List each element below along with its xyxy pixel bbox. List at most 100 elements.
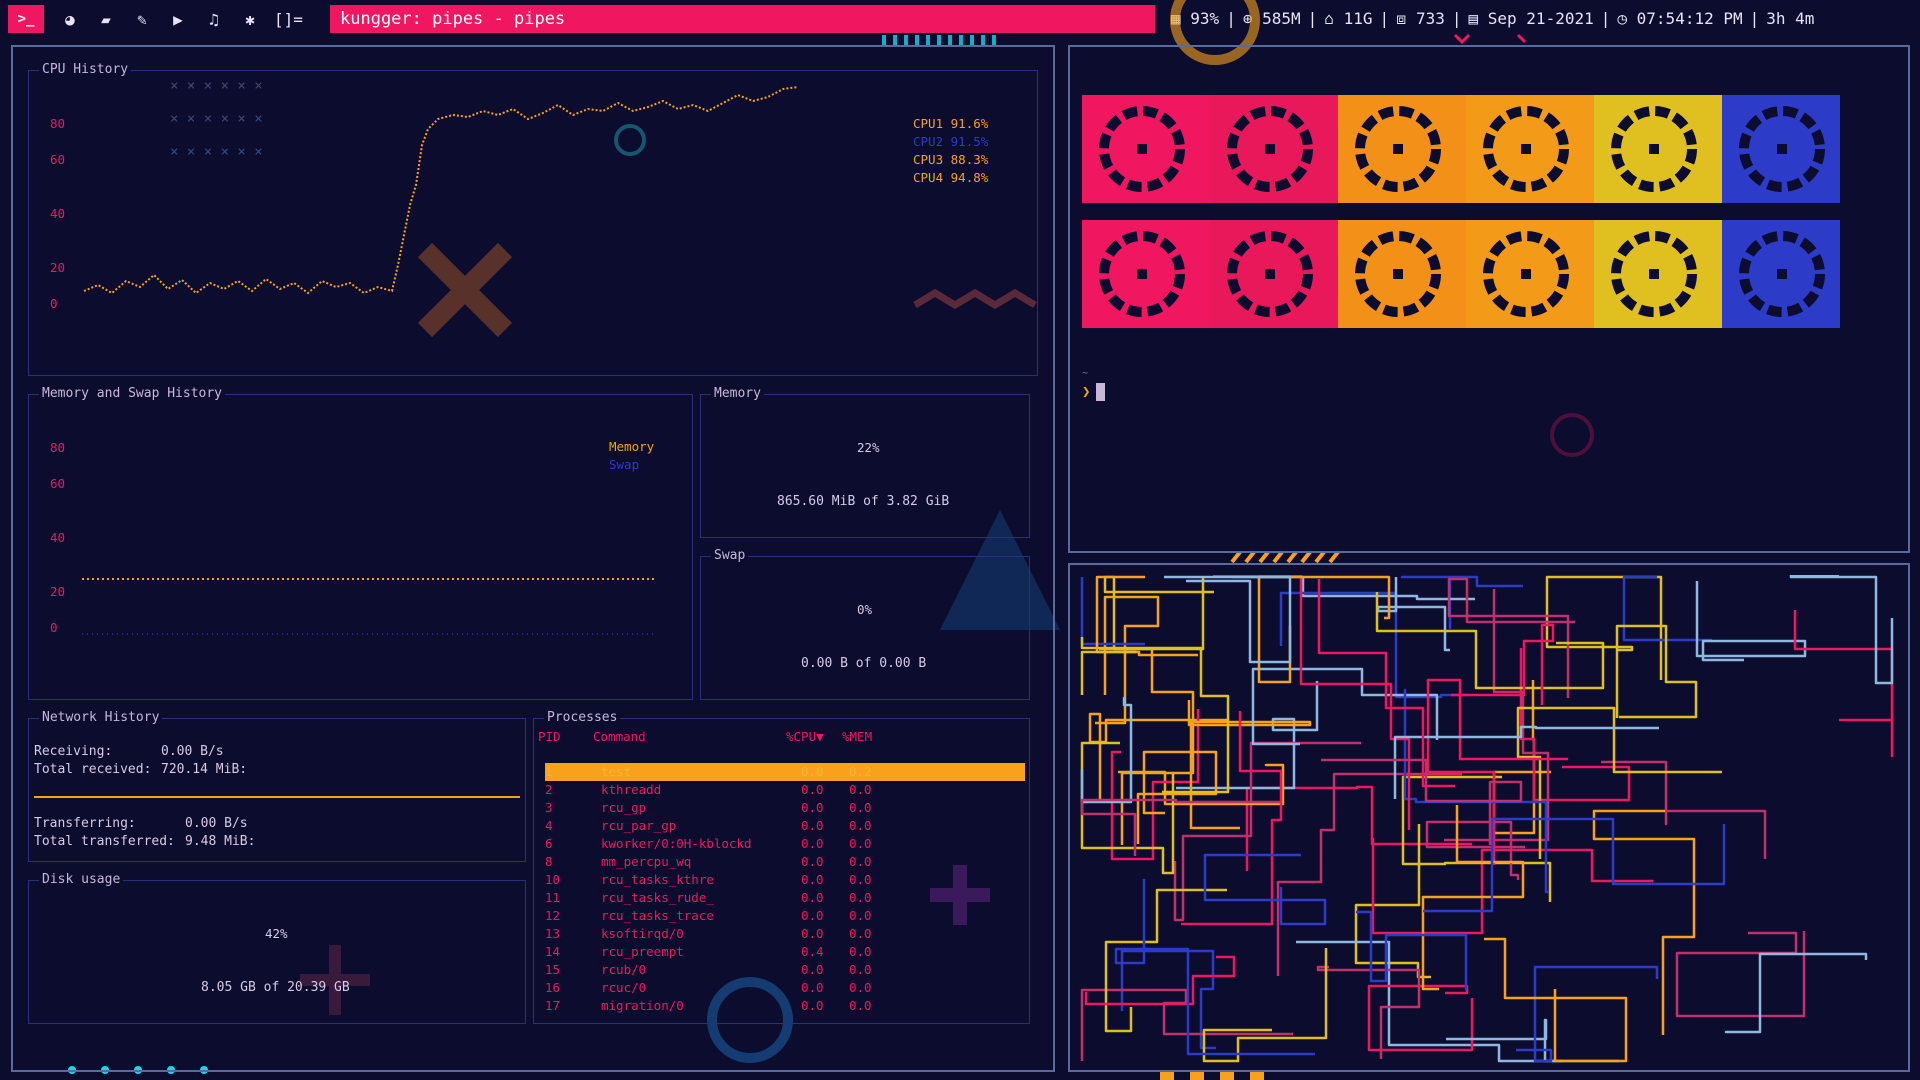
pipe-segment <box>1484 937 1628 1063</box>
pipe-segment <box>1251 667 1439 746</box>
process-row[interactable]: 3 rcu_gp 0.0 0.0 <box>545 799 1025 817</box>
pipe-segment <box>1371 838 1653 935</box>
memory-usage: 865.60 MiB of 3.82 GiB <box>777 494 950 509</box>
process-command: migration/0 <box>601 998 684 1013</box>
mem-ytick-20: 20 <box>50 584 66 599</box>
process-cpu: 0.0 <box>801 926 824 941</box>
process-mem: 0.0 <box>849 908 872 923</box>
swap-percent: 0% <box>857 602 873 617</box>
network-graph-line <box>34 796 520 798</box>
header-command[interactable]: Command <box>593 729 646 744</box>
cpu-ytick-20: 20 <box>50 260 66 275</box>
process-pid: 3 <box>545 800 553 815</box>
processes-title: Processes <box>544 710 621 726</box>
process-pid: 4 <box>545 818 553 833</box>
process-mem: 0.0 <box>849 962 872 977</box>
process-command: ksoftirqd/0 <box>601 926 684 941</box>
process-pid: 12 <box>545 908 561 923</box>
process-cpu: 0.0 <box>801 818 824 833</box>
sprite-center <box>1649 144 1659 154</box>
sprite-center <box>1521 269 1531 279</box>
swap-usage: 0.00 B of 0.00 B <box>801 656 927 671</box>
prompt-symbol: ❯ <box>1082 384 1091 400</box>
process-pid: 6 <box>545 836 553 851</box>
process-row[interactable]: 11 rcu_tasks_rude_ 0.0 0.0 <box>545 889 1025 907</box>
transferring-value: 0.00 B/s <box>185 816 248 831</box>
pipe-segment <box>1136 750 1218 844</box>
cpu1-label: CPU1 <box>913 116 944 131</box>
process-mem: 0.0 <box>849 836 872 851</box>
process-row[interactable]: 6 kworker/0:0H-kblockd 0.0 0.0 <box>545 835 1025 853</box>
process-row[interactable]: 10 rcu_tasks_kthre 0.0 0.0 <box>545 871 1025 889</box>
sprite-center <box>1521 144 1531 154</box>
swap-legend: Swap <box>609 457 640 472</box>
mem-ytick-40: 40 <box>50 530 66 545</box>
pipe-segment <box>1425 820 1525 880</box>
memory-title: Memory <box>711 386 764 402</box>
pipe-segment <box>1114 879 1315 1056</box>
pipe-segment <box>1695 581 1807 662</box>
process-row[interactable]: 4 rcu_par_gp 0.0 0.0 <box>545 817 1025 835</box>
sprite-center <box>1137 144 1147 154</box>
cpu-ytick-0: 0 <box>50 296 58 311</box>
process-row[interactable]: 12 rcu_tasks_trace 0.0 0.0 <box>545 907 1025 925</box>
mem-ytick-0: 0 <box>50 620 58 635</box>
process-row[interactable]: 15 rcub/0 0.0 0.0 <box>545 961 1025 979</box>
disk-usage-text: 8.05 GB of 20.39 GB <box>201 980 350 995</box>
cpu4-label: CPU4 <box>913 170 944 185</box>
process-command: mm_percpu_wq <box>601 854 692 869</box>
pipe-segment <box>1213 575 1411 830</box>
process-pid: 13 <box>545 926 561 941</box>
process-pid: 2 <box>545 782 553 797</box>
process-cpu: 0.0 <box>801 980 824 995</box>
pipe-segment <box>1592 809 1696 1035</box>
process-cpu: 0.0 <box>801 800 824 815</box>
process-pid: 15 <box>545 962 561 977</box>
cpu-ytick-40: 40 <box>50 206 66 221</box>
process-mem: 0.0 <box>849 800 872 815</box>
sprite-center <box>1777 144 1787 154</box>
process-command: rcu_tasks_rude_ <box>601 890 714 905</box>
total-received-label: Total received: <box>34 762 152 777</box>
pipe-segment <box>1367 984 1474 1052</box>
process-row[interactable]: 13 ksoftirqd/0 0.0 0.0 <box>545 925 1025 943</box>
pipe-segment <box>1516 965 1659 1063</box>
header-pid[interactable]: PID <box>538 729 561 744</box>
pipe-segment <box>1232 575 1475 601</box>
process-pid: 16 <box>545 980 561 995</box>
memory-swap-history-title: Memory and Swap History <box>39 386 226 402</box>
total-received-value: 720.14 MiB: <box>161 762 248 777</box>
process-command: rcu_gp <box>601 800 647 815</box>
process-row[interactable]: 1 test 0.0 0.2 <box>545 763 1025 781</box>
pipe-segment <box>1296 940 1563 1063</box>
pipe-segment <box>1173 741 1361 922</box>
cpu4-value: 94.8% <box>950 170 989 185</box>
pipes-animation <box>1080 575 1894 1063</box>
total-transferred-label: Total transferred: <box>34 834 175 849</box>
process-row[interactable]: 17 migration/0 0.0 0.0 <box>545 997 1025 1015</box>
svg-text:× × × × × ×: × × × × × × <box>170 78 263 94</box>
process-command: rcu_par_gp <box>601 818 677 833</box>
sprite-center <box>1393 144 1403 154</box>
pipe-segment <box>1080 741 1175 875</box>
pipe-segment <box>1675 931 1806 1018</box>
process-cpu: 0.0 <box>801 890 824 905</box>
process-cpu: 0.0 <box>801 962 824 977</box>
process-cpu: 0.0 <box>801 764 824 779</box>
process-row[interactable]: 16 rcuc/0 0.0 0.0 <box>545 979 1025 997</box>
disk-usage-panel: Disk usage <box>28 872 526 1024</box>
header-mem[interactable]: %MEM <box>842 729 872 744</box>
header-cpu[interactable]: %CPU▼ <box>786 729 824 744</box>
process-row[interactable]: 14 rcu_preempt 0.4 0.0 <box>545 943 1025 961</box>
terminal-prompt[interactable]: ❯ <box>1082 383 1106 401</box>
process-row[interactable]: 2 kthreadd 0.0 0.0 <box>545 781 1025 799</box>
swap-panel: Swap <box>700 548 1030 700</box>
process-cpu: 0.0 <box>801 908 824 923</box>
process-cpu: 0.0 <box>801 872 824 887</box>
process-mem: 0.0 <box>849 944 872 959</box>
process-row[interactable]: 8 mm_percpu_wq 0.0 0.0 <box>545 853 1025 871</box>
process-command: kthreadd <box>601 782 662 797</box>
pipe-segment <box>1202 948 1328 1063</box>
svg-text:× × × × × ×: × × × × × × <box>170 111 263 127</box>
process-pid: 10 <box>545 872 561 887</box>
